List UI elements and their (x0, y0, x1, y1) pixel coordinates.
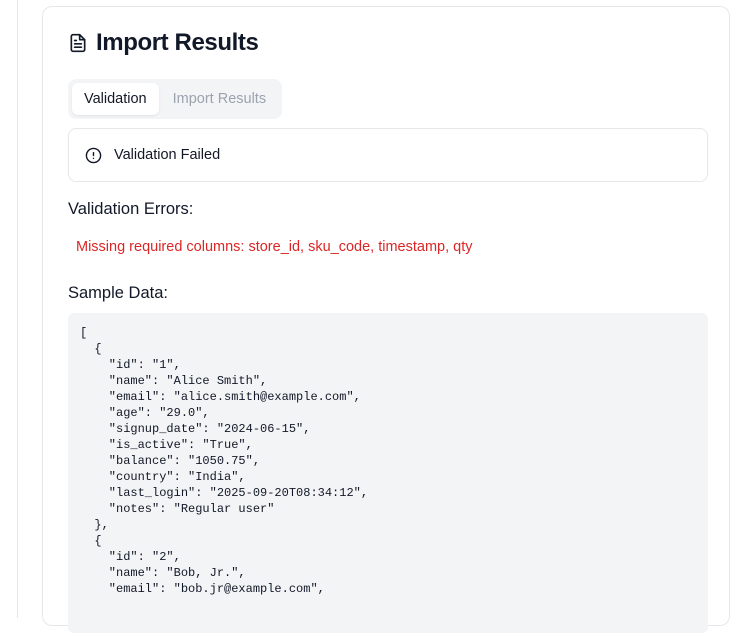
sample-data-json: [ { "id": "1", "name": "Alice Smith", "e… (80, 326, 369, 596)
sample-data-code-block: [ { "id": "1", "name": "Alice Smith", "e… (68, 313, 708, 633)
tab-list: Validation Import Results (68, 79, 283, 119)
validation-error-item: Missing required columns: store_id, sku_… (76, 239, 473, 255)
sample-data-heading: Sample Data: (68, 284, 168, 302)
page-title: Import Results (96, 29, 259, 56)
alert-circle-icon (85, 147, 102, 164)
tab-validation[interactable]: Validation (72, 83, 159, 115)
validation-errors-heading: Validation Errors: (68, 200, 194, 218)
alert-title: Validation Failed (114, 147, 221, 163)
file-text-icon (68, 33, 88, 53)
import-results-card: Import Results Validation Import Results… (42, 6, 730, 633)
validation-alert: Validation Failed (68, 128, 708, 182)
card-header: Import Results (68, 29, 259, 57)
tab-import-results[interactable]: Import Results (161, 83, 278, 115)
